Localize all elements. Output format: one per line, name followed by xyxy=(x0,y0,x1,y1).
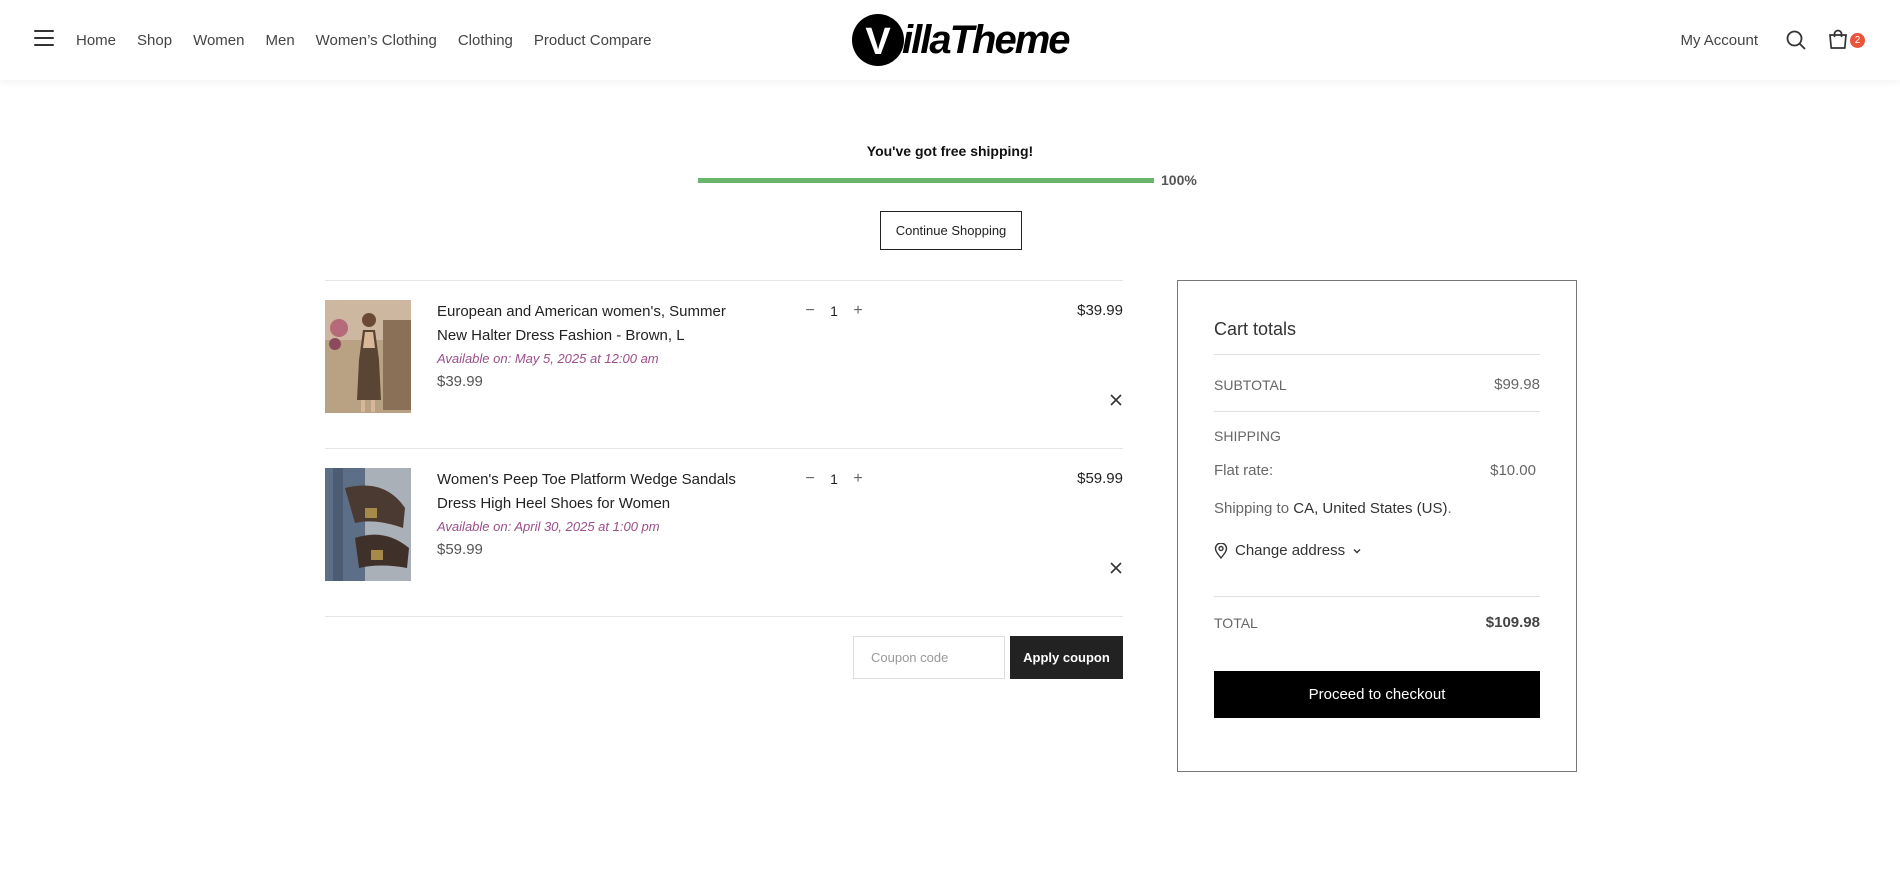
cart-item-price: $59.99 xyxy=(437,541,483,558)
search-icon[interactable] xyxy=(1784,28,1808,52)
cart-item: European and American women's, Summer Ne… xyxy=(325,281,1123,449)
site-header: Home Shop Women Men Women’s Clothing Clo… xyxy=(0,0,1900,80)
nav-women[interactable]: Women xyxy=(193,32,244,49)
cart-totals-title: Cart totals xyxy=(1214,319,1297,339)
nav-shop[interactable]: Shop xyxy=(137,32,172,49)
close-icon[interactable] xyxy=(1109,561,1123,575)
cart-item-availability: Available on: April 30, 2025 at 1:00 pm xyxy=(437,519,660,534)
quantity-stepper: − 1 + xyxy=(800,302,868,320)
subtotal-value: $99.98 xyxy=(1494,376,1540,393)
divider xyxy=(1214,354,1540,355)
cart-item-name[interactable]: European and American women's, Summer Ne… xyxy=(437,300,757,348)
shipping-to-prefix: Shipping to xyxy=(1214,500,1290,517)
location-pin-icon xyxy=(1214,542,1228,559)
nav-home[interactable]: Home xyxy=(76,32,116,49)
close-icon[interactable] xyxy=(1109,393,1123,407)
change-address-label: Change address xyxy=(1235,542,1346,559)
cart-items-list: European and American women's, Summer Ne… xyxy=(325,280,1123,617)
cart-item-availability: Available on: May 5, 2025 at 12:00 am xyxy=(437,351,659,366)
site-logo[interactable]: V illaTheme xyxy=(852,12,1071,68)
main-nav: Home Shop Women Men Women’s Clothing Clo… xyxy=(76,0,672,80)
shipping-label: SHIPPING xyxy=(1214,428,1281,444)
cart-item-subtotal: $59.99 xyxy=(1077,470,1123,487)
quantity-stepper: − 1 + xyxy=(800,470,868,488)
cart-item-name[interactable]: Women's Peep Toe Platform Wedge Sandals … xyxy=(437,468,757,516)
plus-icon[interactable]: + xyxy=(848,302,868,320)
shipping-progress-bar xyxy=(698,178,1154,183)
flat-rate-label: Flat rate: xyxy=(1214,462,1274,479)
logo-letter: V xyxy=(865,21,891,63)
shipping-location: CA, United States (US) xyxy=(1293,500,1448,517)
cart-count-badge: 2 xyxy=(1850,33,1865,48)
product-thumbnail-dress[interactable] xyxy=(325,300,411,413)
cart-icon[interactable]: 2 xyxy=(1826,28,1868,52)
divider xyxy=(1214,596,1540,597)
total-value: $109.98 xyxy=(1485,614,1540,631)
product-thumbnail-sandals[interactable] xyxy=(325,468,411,581)
quantity-value[interactable]: 1 xyxy=(820,303,848,319)
minus-icon[interactable]: − xyxy=(800,302,820,320)
continue-shopping-button[interactable]: Continue Shopping xyxy=(880,211,1022,250)
cart-totals-panel: Cart totals SUBTOTAL $99.98 SHIPPING Fla… xyxy=(1177,280,1577,772)
nav-clothing[interactable]: Clothing xyxy=(458,32,513,49)
logo-mark: V xyxy=(852,14,904,66)
logo-text: illaTheme xyxy=(902,17,1071,62)
subtotal-label: SUBTOTAL xyxy=(1214,377,1287,393)
header-actions: My Account 2 xyxy=(1680,0,1868,80)
nav-womens-clothing[interactable]: Women’s Clothing xyxy=(316,32,437,49)
divider xyxy=(1214,411,1540,412)
nav-men[interactable]: Men xyxy=(265,32,294,49)
proceed-to-checkout-button[interactable]: Proceed to checkout xyxy=(1214,671,1540,718)
plus-icon[interactable]: + xyxy=(848,470,868,488)
cart-item-subtotal: $39.99 xyxy=(1077,302,1123,319)
total-label: TOTAL xyxy=(1214,615,1258,631)
shipping-to-suffix: . xyxy=(1447,500,1452,517)
my-account-link[interactable]: My Account xyxy=(1680,32,1758,49)
flat-rate-value: $10.00 xyxy=(1490,462,1536,479)
cart-item-price: $39.99 xyxy=(437,373,483,390)
quantity-value[interactable]: 1 xyxy=(820,471,848,487)
free-shipping-message: You've got free shipping! xyxy=(866,143,1034,159)
shipping-progress-percent: 100% xyxy=(1161,172,1197,188)
change-address-link[interactable]: Change address xyxy=(1214,542,1362,559)
shipping-progress-fill xyxy=(698,178,1154,183)
chevron-down-icon xyxy=(1353,548,1361,553)
cart-item: Women's Peep Toe Platform Wedge Sandals … xyxy=(325,449,1123,617)
apply-coupon-button[interactable]: Apply coupon xyxy=(1010,636,1123,679)
coupon-code-input[interactable] xyxy=(853,636,1005,679)
nav-product-compare[interactable]: Product Compare xyxy=(534,32,652,49)
minus-icon[interactable]: − xyxy=(800,470,820,488)
shipping-destination: Shipping to CA, United States (US). xyxy=(1214,500,1452,517)
menu-icon[interactable] xyxy=(34,30,54,46)
